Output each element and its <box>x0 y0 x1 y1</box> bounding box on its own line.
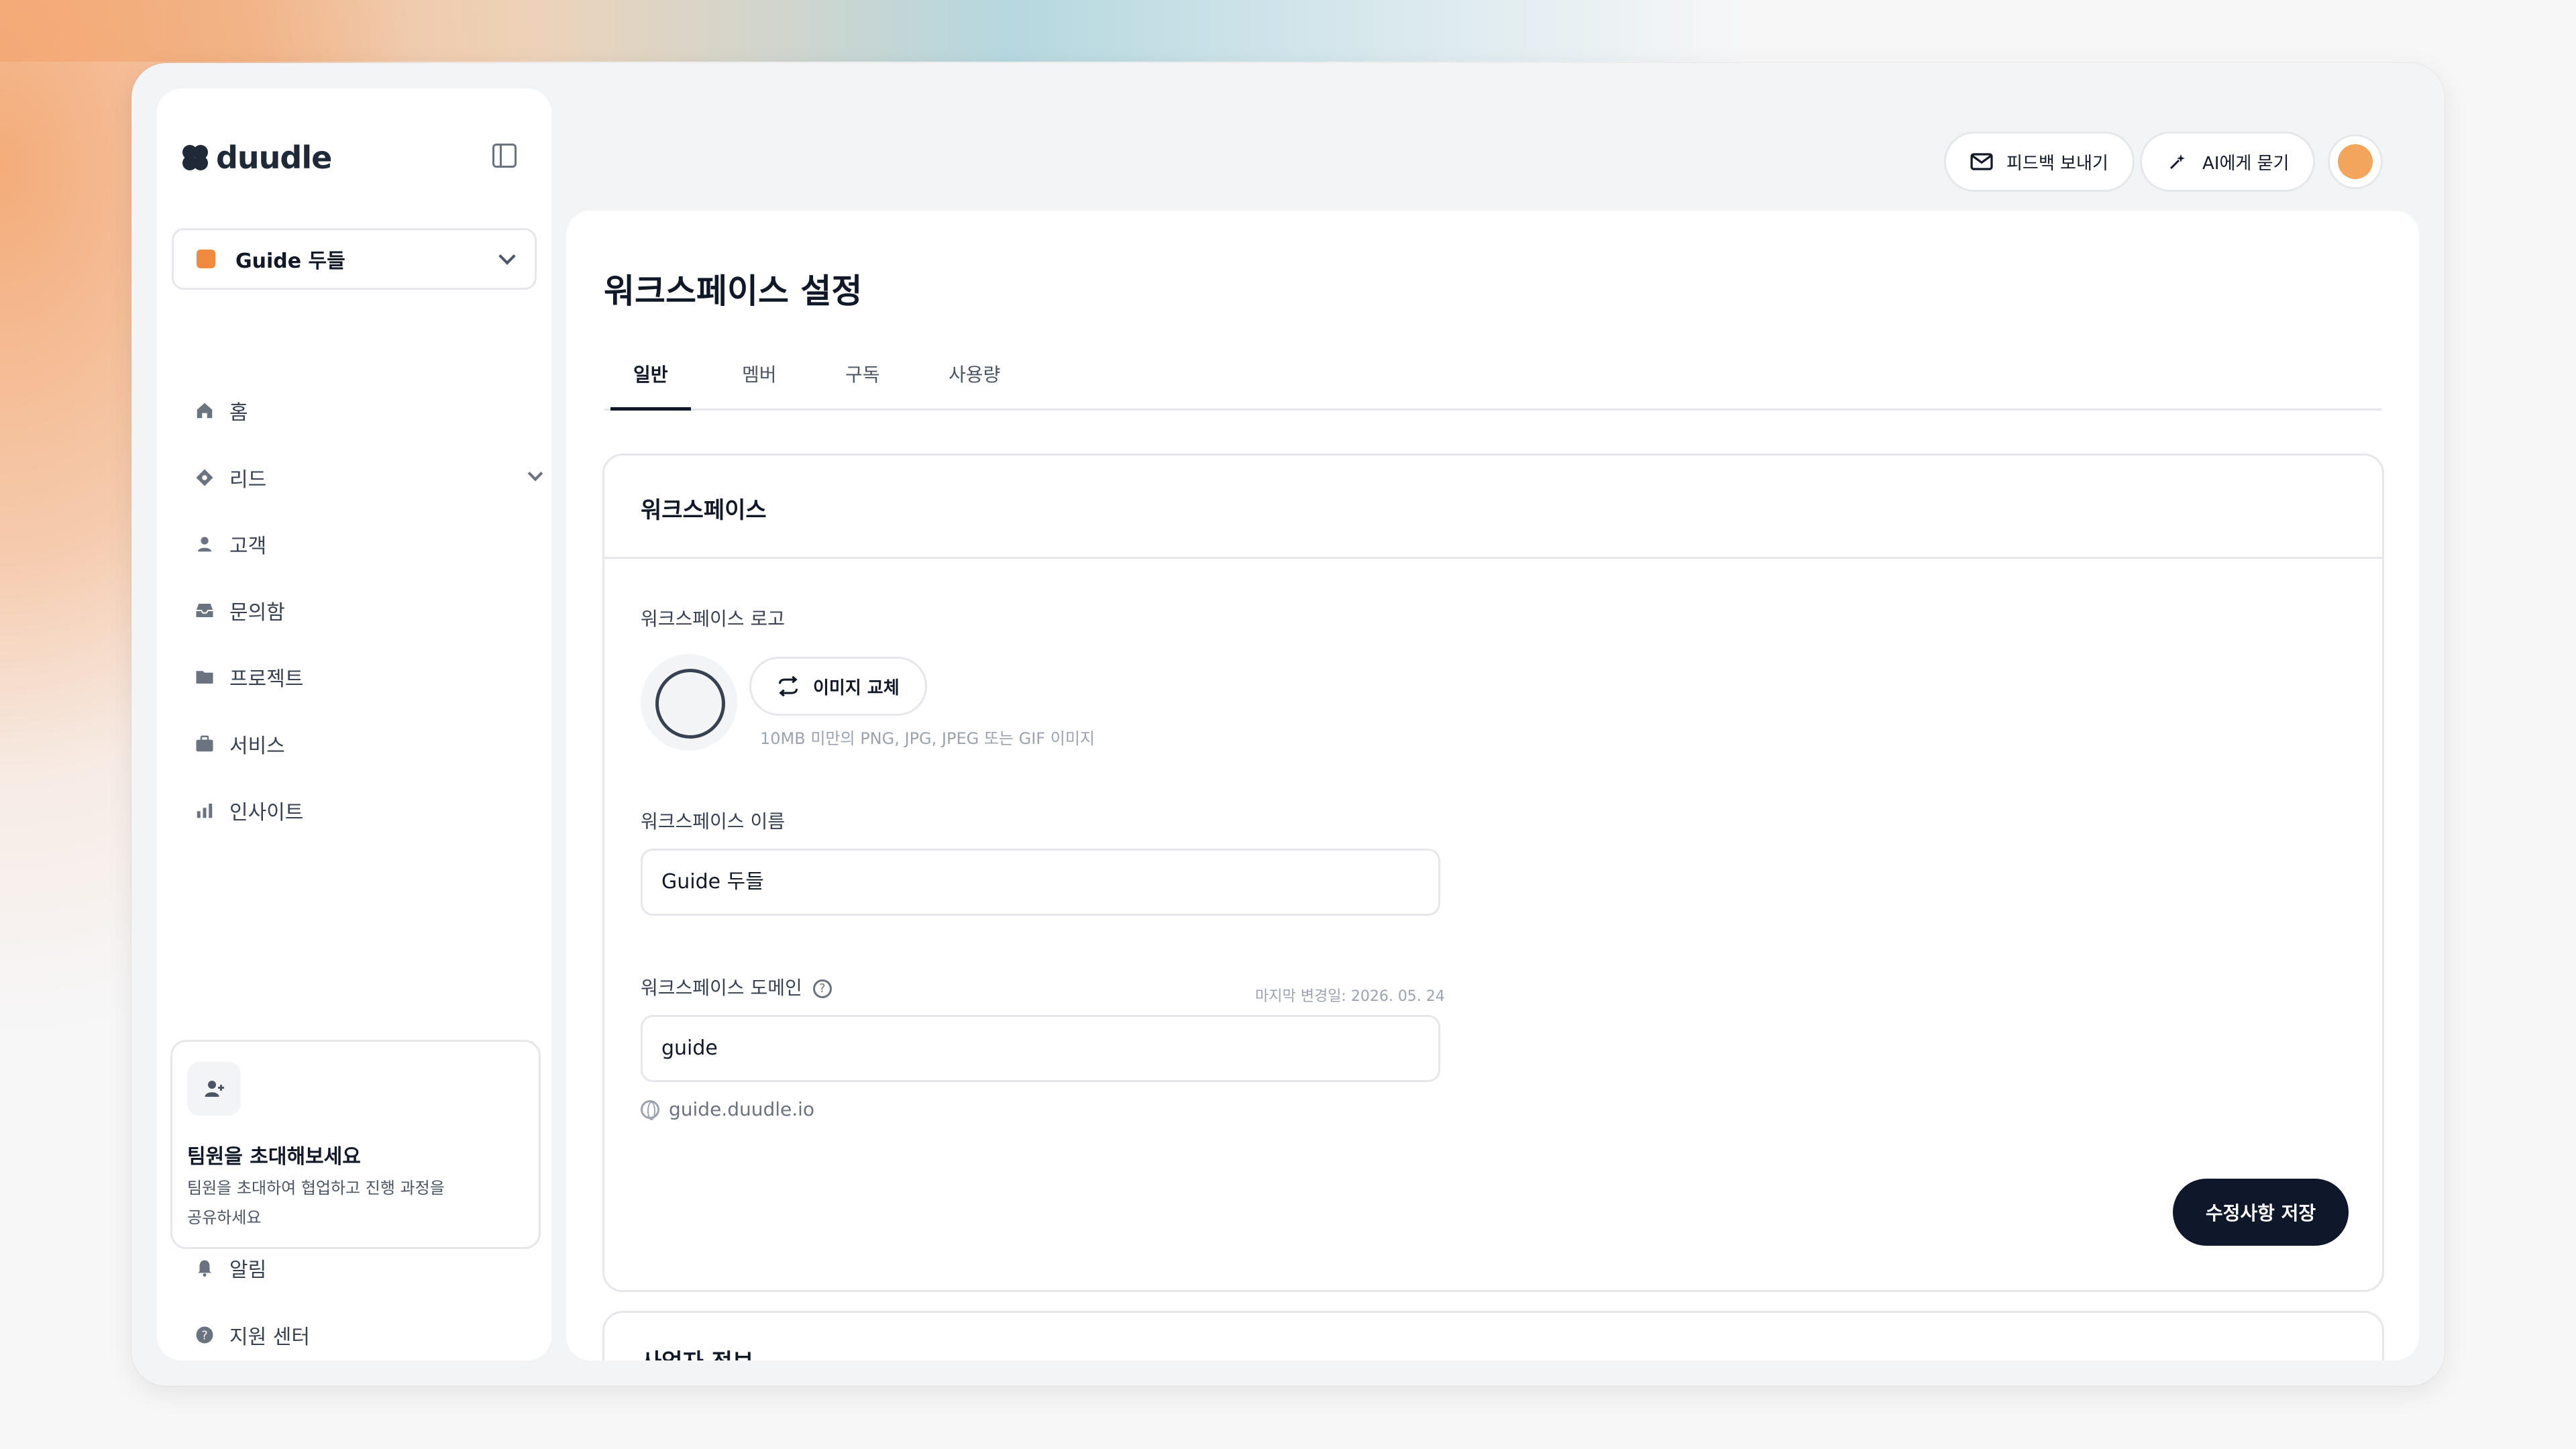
sidebar-item-label: 리드 <box>229 468 267 492</box>
magic-wand-icon <box>2169 154 2185 170</box>
card-title: 워크스페이스 <box>604 455 2382 559</box>
save-changes-button[interactable]: 수정사항 저장 <box>2173 1179 2349 1246</box>
mail-icon <box>1970 153 1993 170</box>
sidebar-item-label: 고객 <box>229 535 267 558</box>
sidebar-item-leads[interactable]: 리드 <box>195 458 543 498</box>
page-title: 워크스페이스 설정 <box>604 272 863 311</box>
folder-icon <box>196 671 213 684</box>
main-panel: 피드백 보내기 AI에게 묻기 워크스페이스 설정 일반 멤버 구독 사용량 워… <box>566 89 2419 1360</box>
name-label: 워크스페이스 이름 <box>641 810 785 833</box>
sidebar-item-label: 인사이트 <box>229 801 304 824</box>
last-changed-date: 마지막 변경일: 2026. 05. 24 <box>1255 988 1445 1005</box>
sidebar-item-label: 지원 센터 <box>229 1326 310 1349</box>
bell-icon <box>198 1260 211 1277</box>
bar-chart-icon <box>197 804 213 818</box>
replace-image-button[interactable]: 이미지 교체 <box>749 657 927 716</box>
feedback-button[interactable]: 피드백 보내기 <box>1944 131 2135 192</box>
user-icon <box>198 537 211 552</box>
home-icon <box>197 402 213 419</box>
sidebar-item-label: 홈 <box>229 401 248 425</box>
duudle-logo-icon <box>182 145 208 170</box>
sidebar: duudle Guide 두들 홈 리드 고객 문의함 프로젝트 서비스 인사이… <box>157 89 551 1360</box>
chevron-down-icon <box>498 248 516 265</box>
svg-text:?: ? <box>201 1329 207 1342</box>
app-name: duudle <box>216 140 332 176</box>
tab-subscription[interactable]: 구독 <box>845 358 880 411</box>
sidebar-item-notifications[interactable]: 알림 <box>195 1248 266 1288</box>
tab-general[interactable]: 일반 <box>610 358 691 411</box>
globe-icon <box>641 1099 659 1120</box>
chevron-down-icon[interactable] <box>527 466 543 482</box>
sidebar-item-projects[interactable]: 프로젝트 <box>195 657 303 697</box>
ask-ai-button[interactable]: AI에게 묻기 <box>2140 131 2316 192</box>
user-avatar[interactable] <box>2328 134 2383 189</box>
domain-url: guide.duudle.io <box>641 1098 814 1120</box>
sidebar-item-label: 서비스 <box>229 735 285 758</box>
sidebar-item-label: 알림 <box>229 1258 267 1282</box>
domain-url-text: guide.duudle.io <box>669 1098 815 1120</box>
logo-hint: 10MB 미만의 PNG, JPG, JPEG 또는 GIF 이미지 <box>760 729 1095 748</box>
settings-tabs: 일반 멤버 구독 사용량 <box>604 358 2381 411</box>
target-icon <box>196 469 213 486</box>
logo-label: 워크스페이스 로고 <box>641 608 785 630</box>
sidebar-collapse-icon[interactable] <box>492 144 517 168</box>
workspace-switcher[interactable]: Guide 두들 <box>172 228 537 290</box>
workspace-card: 워크스페이스 워크스페이스 로고 이미지 교체 10MB 미만의 PNG, JP… <box>602 453 2384 1292</box>
workspace-domain-input[interactable]: guide <box>641 1015 1440 1082</box>
replace-image-label: 이미지 교체 <box>813 678 900 698</box>
settings-content: 워크스페이스 설정 일반 멤버 구독 사용량 워크스페이스 워크스페이스 로고 … <box>566 211 2419 1360</box>
invite-title: 팀원을 초대해보세요 <box>187 1145 361 1169</box>
invite-description: 팀원을 초대하여 협업하고 진행 과정을 공유하세요 <box>187 1173 496 1232</box>
help-circle-icon: ? <box>196 1326 213 1344</box>
sidebar-item-customers[interactable]: 고객 <box>195 524 266 564</box>
sidebar-item-inbox[interactable]: 문의함 <box>195 590 285 631</box>
sidebar-item-label: 프로젝트 <box>229 667 304 691</box>
sidebar-item-support[interactable]: ? 지원 센터 <box>195 1315 310 1355</box>
sidebar-item-insights[interactable]: 인사이트 <box>195 790 303 830</box>
help-icon[interactable]: ? <box>812 979 832 998</box>
domain-label-text: 워크스페이스 도메인 <box>641 977 802 999</box>
sidebar-item-services[interactable]: 서비스 <box>195 724 285 764</box>
domain-label: 워크스페이스 도메인? <box>641 973 832 1000</box>
workspace-icon <box>197 250 215 268</box>
tab-usage[interactable]: 사용량 <box>949 358 1000 411</box>
workspace-logo-image <box>641 654 737 751</box>
workspace-name-input[interactable]: Guide 두들 <box>641 849 1440 916</box>
sidebar-item-home[interactable]: 홈 <box>195 390 248 431</box>
invite-desc-line: 공유하세요 <box>187 1208 262 1227</box>
add-user-icon <box>187 1062 241 1116</box>
ask-ai-label: AI에게 묻기 <box>2202 153 2290 174</box>
briefcase-icon <box>196 735 213 752</box>
inbox-icon <box>196 604 213 617</box>
app-window: duudle Guide 두들 홈 리드 고객 문의함 프로젝트 서비스 인사이… <box>131 63 2445 1386</box>
invite-card[interactable]: 팀원을 초대해보세요 팀원을 초대하여 협업하고 진행 과정을 공유하세요 <box>170 1040 541 1249</box>
invite-desc-line: 팀원을 초대하여 협업하고 진행 과정을 <box>187 1179 445 1197</box>
app-logo[interactable]: duudle <box>182 140 332 176</box>
workspace-name: Guide 두들 <box>235 250 345 273</box>
sidebar-item-label: 문의함 <box>229 601 285 625</box>
tab-members[interactable]: 멤버 <box>742 358 777 411</box>
business-info-card: 사업자 정보 <box>602 1311 2384 1360</box>
business-info-title: 사업자 정보 <box>641 1349 753 1360</box>
feedback-label: 피드백 보내기 <box>2006 153 2108 174</box>
swap-icon <box>778 676 798 696</box>
